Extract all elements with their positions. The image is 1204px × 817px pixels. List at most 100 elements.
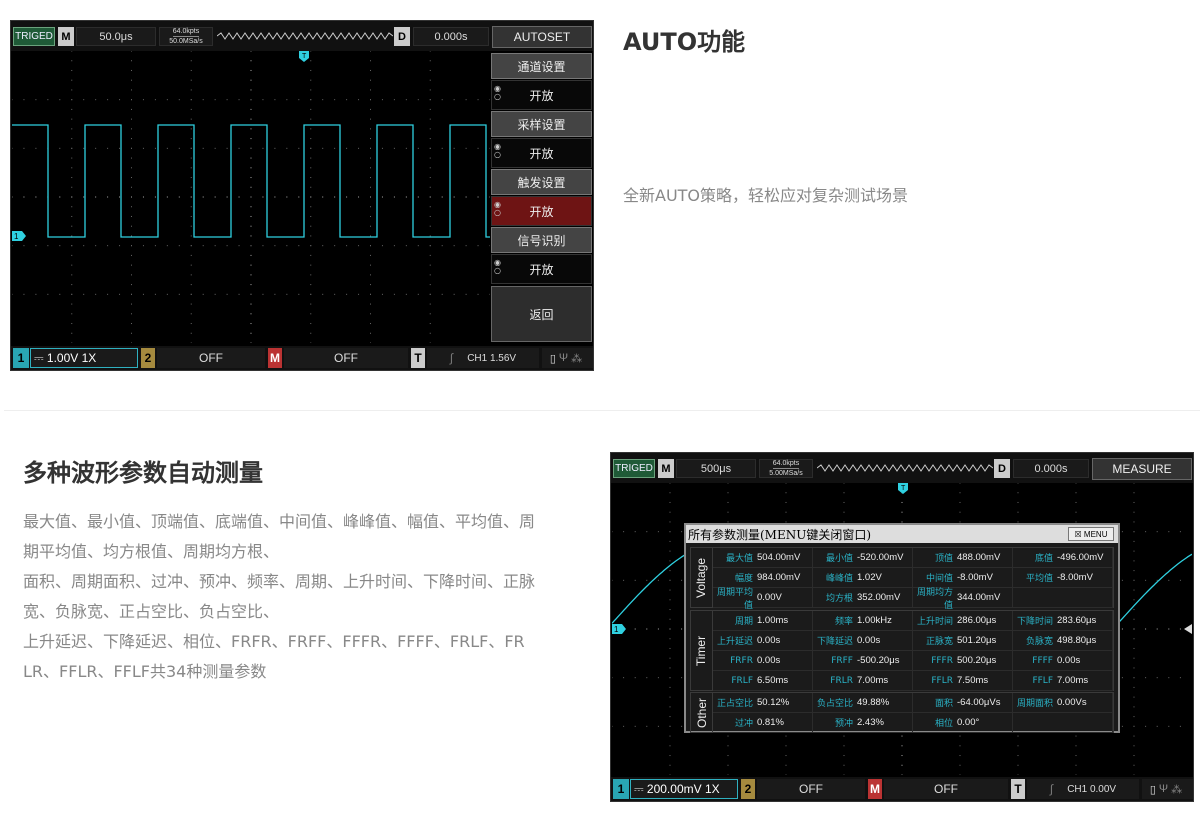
math-state[interactable]: OFF: [884, 779, 1008, 799]
ch2-state[interactable]: OFF: [757, 779, 865, 799]
math-badge[interactable]: M: [868, 779, 882, 799]
ch2-state[interactable]: OFF: [157, 348, 265, 368]
ch1-badge[interactable]: 1: [13, 348, 29, 368]
ch2-badge[interactable]: 2: [741, 779, 755, 799]
scope2-waveform-area: T 1 所有参数测量(MENU键关闭窗口) ☒ MENU Voltage 最大值…: [612, 483, 1192, 775]
measurement-name: FFLF: [1032, 675, 1053, 686]
measurement-value: 50.12%: [757, 697, 790, 708]
timebase-m-badge: M: [58, 27, 74, 46]
measurement-row: 正占空比 50.12% 负占空比 49.88% 面积 -64.00μVs 周期面积 0.00V…: [713, 693, 1113, 713]
measurement-desc-line: 最大值、最小值、顶端值、底端值、中间值、峰峰值、幅值、平均值、周: [23, 512, 536, 531]
measurement-value: -8.00mV: [1057, 572, 1093, 583]
network-icon: ⁂: [1171, 783, 1186, 796]
measurement-value: 501.20μs: [957, 635, 997, 646]
measurement-cell: FFFR 500.20μs: [913, 651, 1013, 671]
measurement-value: 500.20μs: [957, 655, 997, 666]
usb-icon: Ψ: [558, 352, 572, 364]
measure-button[interactable]: MEASURE: [1092, 458, 1192, 480]
memory-depth: 64.0kpts: [172, 28, 200, 37]
measurement-cell: 上升时间 286.00μs: [913, 611, 1013, 631]
measurement-name: 平均值: [1025, 574, 1053, 584]
menu-trigger-value[interactable]: ◉ ○ 开放: [491, 196, 592, 226]
scope1-square-wave: T 1: [12, 51, 490, 241]
usb-drive-icon: ▯: [549, 352, 559, 365]
measurement-value: 7.00ms: [1057, 675, 1089, 686]
trigger-badge[interactable]: T: [1011, 779, 1025, 799]
other-group: Other 正占空比 50.12% 负占空比 49.88% 面积 -64.00μVs 周期面…: [690, 692, 1114, 733]
memory-waveform-icon: [817, 464, 993, 472]
measurement-value: 0.00s: [1057, 655, 1081, 666]
measurement-desc-line: LR、FFLR、FFLF共34种测量参数: [23, 662, 267, 681]
trigger-marker-label: T: [901, 485, 906, 492]
measurement-name: 周期平均值: [716, 587, 753, 611]
radio-icon: ◉ ○: [494, 142, 501, 159]
menu-sample-value[interactable]: ◉ ○ 开放: [491, 138, 592, 168]
measurement-row: 周期平均值 0.00V 均方根 352.00mV 周期均方值 344.00mV: [713, 587, 1113, 611]
measurement-name: 周期均方值: [916, 587, 953, 611]
sample-rate-display: 64.0kpts 50.0MSa/s: [159, 27, 213, 46]
trigger-info[interactable]: ∫ CH1 0.00V: [1027, 779, 1139, 799]
menu-signal-recognition[interactable]: 信号识别: [491, 227, 592, 253]
measurement-value: 0.00Vs: [1057, 697, 1087, 708]
measurement-name: 最大值: [725, 554, 753, 564]
measurement-name: FRLR: [830, 675, 853, 686]
measurement-desc-line: 宽、负脉宽、正占空比、负占空比、: [23, 602, 280, 621]
measurement-value: 49.88%: [857, 697, 890, 708]
measurement-name: FRFR: [730, 655, 753, 666]
measurement-value: 7.00ms: [857, 675, 889, 686]
measurement-name: 周期: [734, 617, 753, 627]
measurement-name: 下降延迟: [816, 637, 853, 647]
measurement-name: 周期面积: [1016, 699, 1053, 709]
delay-value: 0.000s: [1013, 459, 1089, 478]
measurement-cell: 平均值 -8.00mV: [1013, 568, 1113, 588]
measurement-value: 1.00ms: [757, 615, 789, 626]
measurement-name: 最小值: [825, 554, 853, 564]
math-state[interactable]: OFF: [284, 348, 408, 368]
ch1-scale[interactable]: ⎓ 200.00mV 1X: [630, 779, 738, 799]
ch1-badge[interactable]: 1: [613, 779, 629, 799]
math-badge[interactable]: M: [268, 348, 282, 368]
measurement-row: 最大值 504.00mV 最小值 -520.00mV 顶值 488.00mV 底值 -496.…: [713, 548, 1113, 568]
usb-icon: Ψ: [1158, 783, 1172, 795]
measurement-cell: 均方根 352.00mV: [813, 588, 913, 608]
panel-close-menu-button[interactable]: ☒ MENU: [1068, 527, 1114, 541]
measurement-cell: FRFF -500.20μs: [813, 651, 913, 671]
trigger-badge[interactable]: T: [411, 348, 425, 368]
measurement-name: 正占空比: [716, 699, 753, 709]
menu-channel-value-label: 开放: [529, 88, 554, 103]
measurement-value: 2.43%: [857, 717, 884, 728]
measurement-desc-line: 上升延迟、下降延迟、相位、FRFR、FRFF、FFFR、FFFF、FRLF、FR: [23, 632, 525, 651]
scope-measure-screen: TRIGED M 500μs 64.0kpts 5.00MSa/s D 0.00…: [610, 452, 1194, 802]
menu-signal-value[interactable]: ◉ ○ 开放: [491, 254, 592, 284]
delay-value: 0.000s: [413, 27, 489, 46]
panel-title: 所有参数测量(MENU键关闭窗口): [686, 525, 1118, 543]
menu-sample-settings[interactable]: 采样设置: [491, 111, 592, 137]
menu-trigger-settings[interactable]: 触发设置: [491, 169, 592, 195]
network-icon: ⁂: [571, 352, 586, 365]
measurement-value: -64.00μVs: [957, 697, 1001, 708]
timer-label: Timer: [691, 611, 713, 690]
measurement-cell: 周期 1.00ms: [713, 611, 813, 631]
measurement-cell: 底值 -496.00mV: [1013, 548, 1113, 568]
menu-channel-settings[interactable]: 通道设置: [491, 53, 592, 79]
delay-d-badge: D: [394, 27, 410, 46]
trigger-info[interactable]: ∫ CH1 1.56V: [427, 348, 539, 368]
measurement-value: 1.00kHz: [857, 615, 892, 626]
menu-back-button[interactable]: 返回: [491, 286, 592, 342]
measurement-value: -8.00mV: [957, 572, 993, 583]
measurement-value: -520.00mV: [857, 552, 904, 563]
timebase-m-badge: M: [658, 459, 674, 478]
rising-edge-icon: ∫: [449, 351, 454, 365]
ch2-badge[interactable]: 2: [141, 348, 155, 368]
measurement-value: 984.00mV: [757, 572, 801, 583]
measurement-desc: 最大值、最小值、顶端值、底端值、中间值、峰峰值、幅值、平均值、周 期平均值、均方…: [23, 507, 603, 687]
auto-feature-title: AUTO功能: [623, 28, 746, 56]
measurement-value: 0.00s: [757, 655, 781, 666]
autoset-button[interactable]: AUTOSET: [492, 26, 592, 48]
measurement-value: -496.00mV: [1057, 552, 1104, 563]
measurement-name: FRFF: [831, 655, 853, 666]
menu-channel-value[interactable]: ◉ ○ 开放: [491, 80, 592, 110]
ch1-scale[interactable]: ⎓ 1.00V 1X: [30, 348, 138, 368]
measurement-value: 283.60μs: [1057, 615, 1097, 626]
menu-signal-value-label: 开放: [529, 262, 554, 277]
